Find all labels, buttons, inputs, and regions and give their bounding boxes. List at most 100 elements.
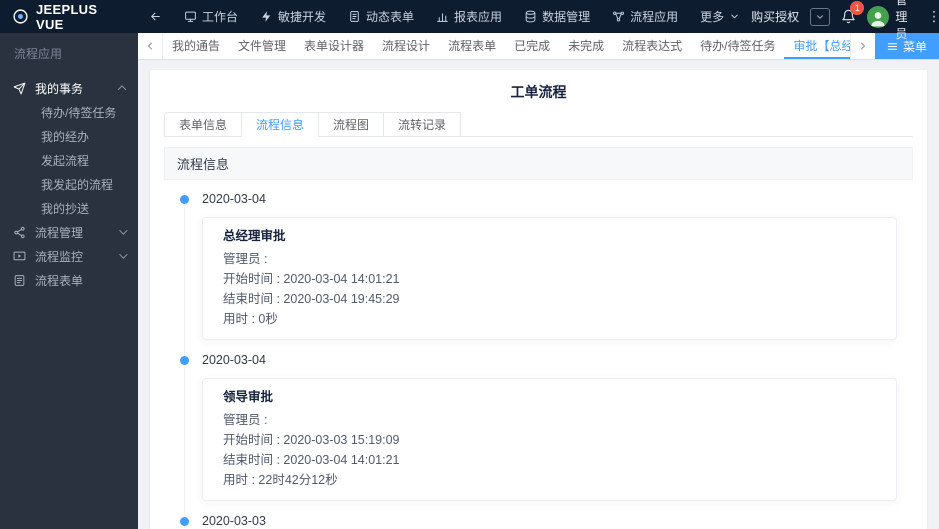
chevron-down-icon	[119, 250, 128, 259]
timeline-card: 总经理审批 管理员 : 开始时间 : 2020-03-04 14:01:21 结…	[202, 217, 897, 340]
chevron-down-icon	[815, 12, 825, 22]
sidebar-item-todo-tasks[interactable]: 待办/待签任务	[0, 100, 138, 124]
step-title: 总经理审批	[223, 229, 286, 243]
step-title: 领导审批	[223, 390, 274, 404]
sidebar-item-my-handled[interactable]: 我的经办	[0, 124, 138, 148]
sidebar-item-my-tasks[interactable]: 我的事务	[0, 76, 138, 100]
nav-label: 更多	[700, 10, 725, 24]
sidebar-item-label: 流程表单	[35, 273, 84, 288]
timeline-item: 2020-03-04 总经理审批 管理员 : 开始时间 : 2020-03-04…	[180, 192, 911, 354]
nav-item-agile-dev[interactable]: 敏捷开发	[249, 0, 337, 33]
step-assignee: 管理员 :	[223, 252, 268, 266]
language-select[interactable]	[810, 7, 831, 26]
step-start-time: 开始时间 : 2020-03-04 14:01:21	[223, 272, 400, 286]
user-avatar	[867, 5, 890, 28]
data-management-icon	[524, 10, 537, 23]
notification-bell[interactable]: 1	[841, 1, 865, 24]
tab-flow-records[interactable]: 流转记录	[383, 112, 462, 137]
app-window: JEEPLUS VUE 工作台 敏捷开发 动态表单 报表应用 数据管理 流程应用…	[0, 0, 939, 529]
sidebar-item-process-form[interactable]: 流程表单	[0, 268, 138, 292]
process-app-icon	[612, 10, 625, 23]
detail-tabs: 表单信息 流程信息 流程图 流转记录	[164, 112, 913, 137]
nav-item-report-app[interactable]: 报表应用	[425, 0, 513, 33]
open-tab[interactable]: 流程表单	[439, 33, 505, 59]
sidebar-item-start-process[interactable]: 发起流程	[0, 148, 138, 172]
section-header: 流程信息	[164, 147, 913, 180]
open-tab[interactable]: 流程表达式	[613, 33, 691, 59]
top-navbar: JEEPLUS VUE 工作台 敏捷开发 动态表单 报表应用 数据管理 流程应用…	[0, 0, 939, 41]
step-duration: 用时 : 0秒	[223, 312, 278, 326]
sidebar-group-label: 流程应用	[14, 47, 63, 61]
step-end-time: 结束时间 : 2020-03-04 19:45:29	[223, 292, 400, 306]
open-tab[interactable]: 我的通告	[163, 33, 229, 59]
timeline-dot-icon	[180, 356, 189, 365]
process-timeline: 2020-03-04 总经理审批 管理员 : 开始时间 : 2020-03-04…	[180, 192, 911, 529]
timeline-dot-icon	[180, 517, 189, 526]
logo-text: JEEPLUS VUE	[36, 1, 98, 32]
nav-label: 敏捷开发	[278, 10, 327, 24]
hamburger-icon	[887, 41, 898, 52]
notification-badge: 1	[850, 1, 865, 15]
tab-process-diagram[interactable]: 流程图	[318, 112, 385, 137]
agile-dev-icon	[260, 10, 273, 23]
sidebar-item-process-management[interactable]: 流程管理	[0, 220, 138, 244]
open-tab[interactable]: 流程设计	[373, 33, 439, 59]
user-menu[interactable]: 管理员	[867, 0, 914, 42]
open-tab[interactable]: 已完成	[505, 33, 559, 59]
workorder-card: 工单流程 表单信息 流程信息 流程图 流转记录 流程信息 2020-03-04 …	[150, 70, 927, 529]
open-tab[interactable]: 文件管理	[229, 33, 295, 59]
nav-label: 流程应用	[630, 10, 679, 24]
top-nav: 工作台 敏捷开发 动态表单 报表应用 数据管理 流程应用 更多	[138, 0, 751, 33]
tab-process-info[interactable]: 流程信息	[241, 112, 320, 137]
arrow-left-icon	[149, 10, 162, 23]
app-logo[interactable]: JEEPLUS VUE	[0, 2, 138, 32]
back-button[interactable]	[138, 0, 173, 33]
timeline-date: 2020-03-03	[202, 514, 266, 528]
timeline-dot-icon	[180, 195, 189, 204]
page-title: 工单流程	[510, 84, 567, 100]
tabs-scroll-left[interactable]	[138, 33, 163, 59]
nav-item-process-app[interactable]: 流程应用	[601, 0, 689, 33]
nav-label: 数据管理	[542, 10, 591, 24]
chevron-down-icon	[729, 11, 740, 22]
tab-form-info[interactable]: 表单信息	[164, 112, 243, 137]
step-duration: 用时 : 22时42分12秒	[223, 473, 338, 487]
timeline-card: 领导审批 管理员 : 开始时间 : 2020-03-03 15:19:09 结束…	[202, 378, 897, 501]
nav-item-workbench[interactable]: 工作台	[173, 0, 249, 33]
open-tab[interactable]: 表单设计器	[295, 33, 373, 59]
topbar-right-cluster: 购买授权 1 管理员 ⋮	[751, 0, 939, 42]
sidebar: 流程应用 我的事务 待办/待签任务 我的经办 发起流程 我发起的流程 我的抄送 …	[0, 33, 138, 529]
nav-item-more[interactable]: 更多	[689, 0, 751, 33]
sidebar-item-my-cc[interactable]: 我的抄送	[0, 196, 138, 220]
main-area: 我的通告 文件管理 表单设计器 流程设计 流程表单 已完成 未完成 流程表达式 …	[138, 33, 939, 529]
timeline-date: 2020-03-04	[202, 353, 266, 367]
dynamic-form-icon	[348, 10, 361, 23]
form-icon	[13, 274, 26, 287]
step-assignee: 管理员 :	[223, 413, 268, 427]
chevron-up-icon	[117, 85, 127, 94]
nav-label: 报表应用	[454, 10, 503, 24]
paper-plane-icon	[13, 82, 26, 95]
open-tab[interactable]: 未完成	[559, 33, 613, 59]
buy-license-link[interactable]: 购买授权	[751, 8, 799, 25]
more-options-icon[interactable]: ⋮	[925, 8, 939, 25]
sidebar-item-label: 流程监控	[35, 249, 84, 264]
nav-item-dynamic-form[interactable]: 动态表单	[337, 0, 425, 33]
nav-label: 动态表单	[366, 10, 415, 24]
user-name: 管理员	[895, 0, 908, 41]
sidebar-item-process-monitor[interactable]: 流程监控	[0, 244, 138, 268]
sidebar-item-label: 流程管理	[35, 225, 84, 240]
page-content: 工单流程 表单信息 流程信息 流程图 流转记录 流程信息 2020-03-04 …	[138, 60, 939, 529]
timeline-date: 2020-03-04	[202, 192, 266, 206]
report-app-icon	[436, 10, 449, 23]
nav-item-data-management[interactable]: 数据管理	[513, 0, 601, 33]
chevron-down-icon	[119, 226, 128, 235]
nav-label: 工作台	[202, 10, 239, 24]
monitor-play-icon	[13, 250, 26, 263]
timeline-item: 2020-03-04 领导审批 管理员 : 开始时间 : 2020-03-03 …	[180, 353, 911, 515]
sidebar-item-label: 我的事务	[35, 81, 84, 96]
sidebar-item-my-started[interactable]: 我发起的流程	[0, 172, 138, 196]
workbench-icon	[184, 10, 197, 23]
timeline-item: 2020-03-03	[180, 514, 911, 529]
step-end-time: 结束时间 : 2020-03-04 14:01:21	[223, 453, 400, 467]
